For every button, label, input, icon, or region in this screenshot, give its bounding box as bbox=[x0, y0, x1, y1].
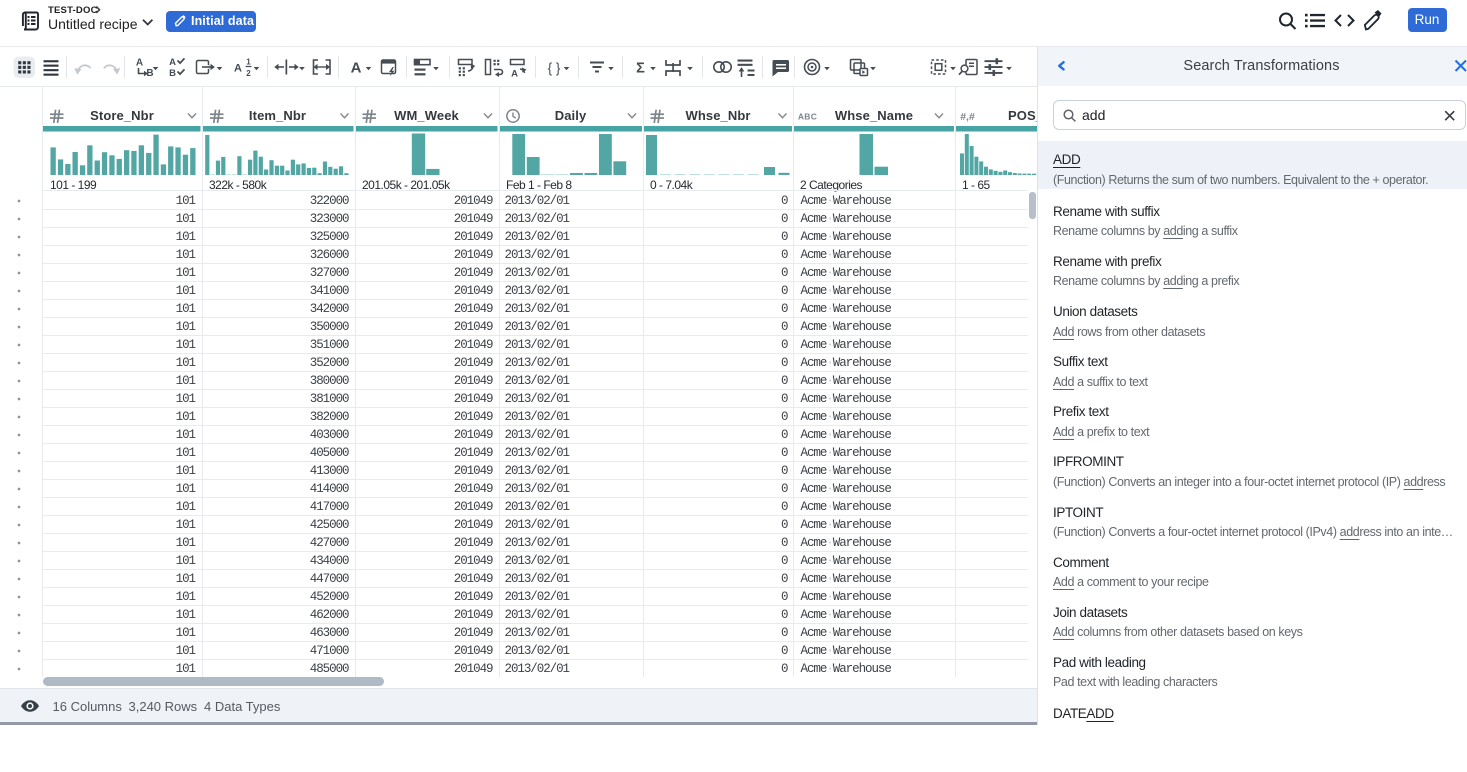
svg-text:#,#: #,# bbox=[960, 111, 975, 123]
